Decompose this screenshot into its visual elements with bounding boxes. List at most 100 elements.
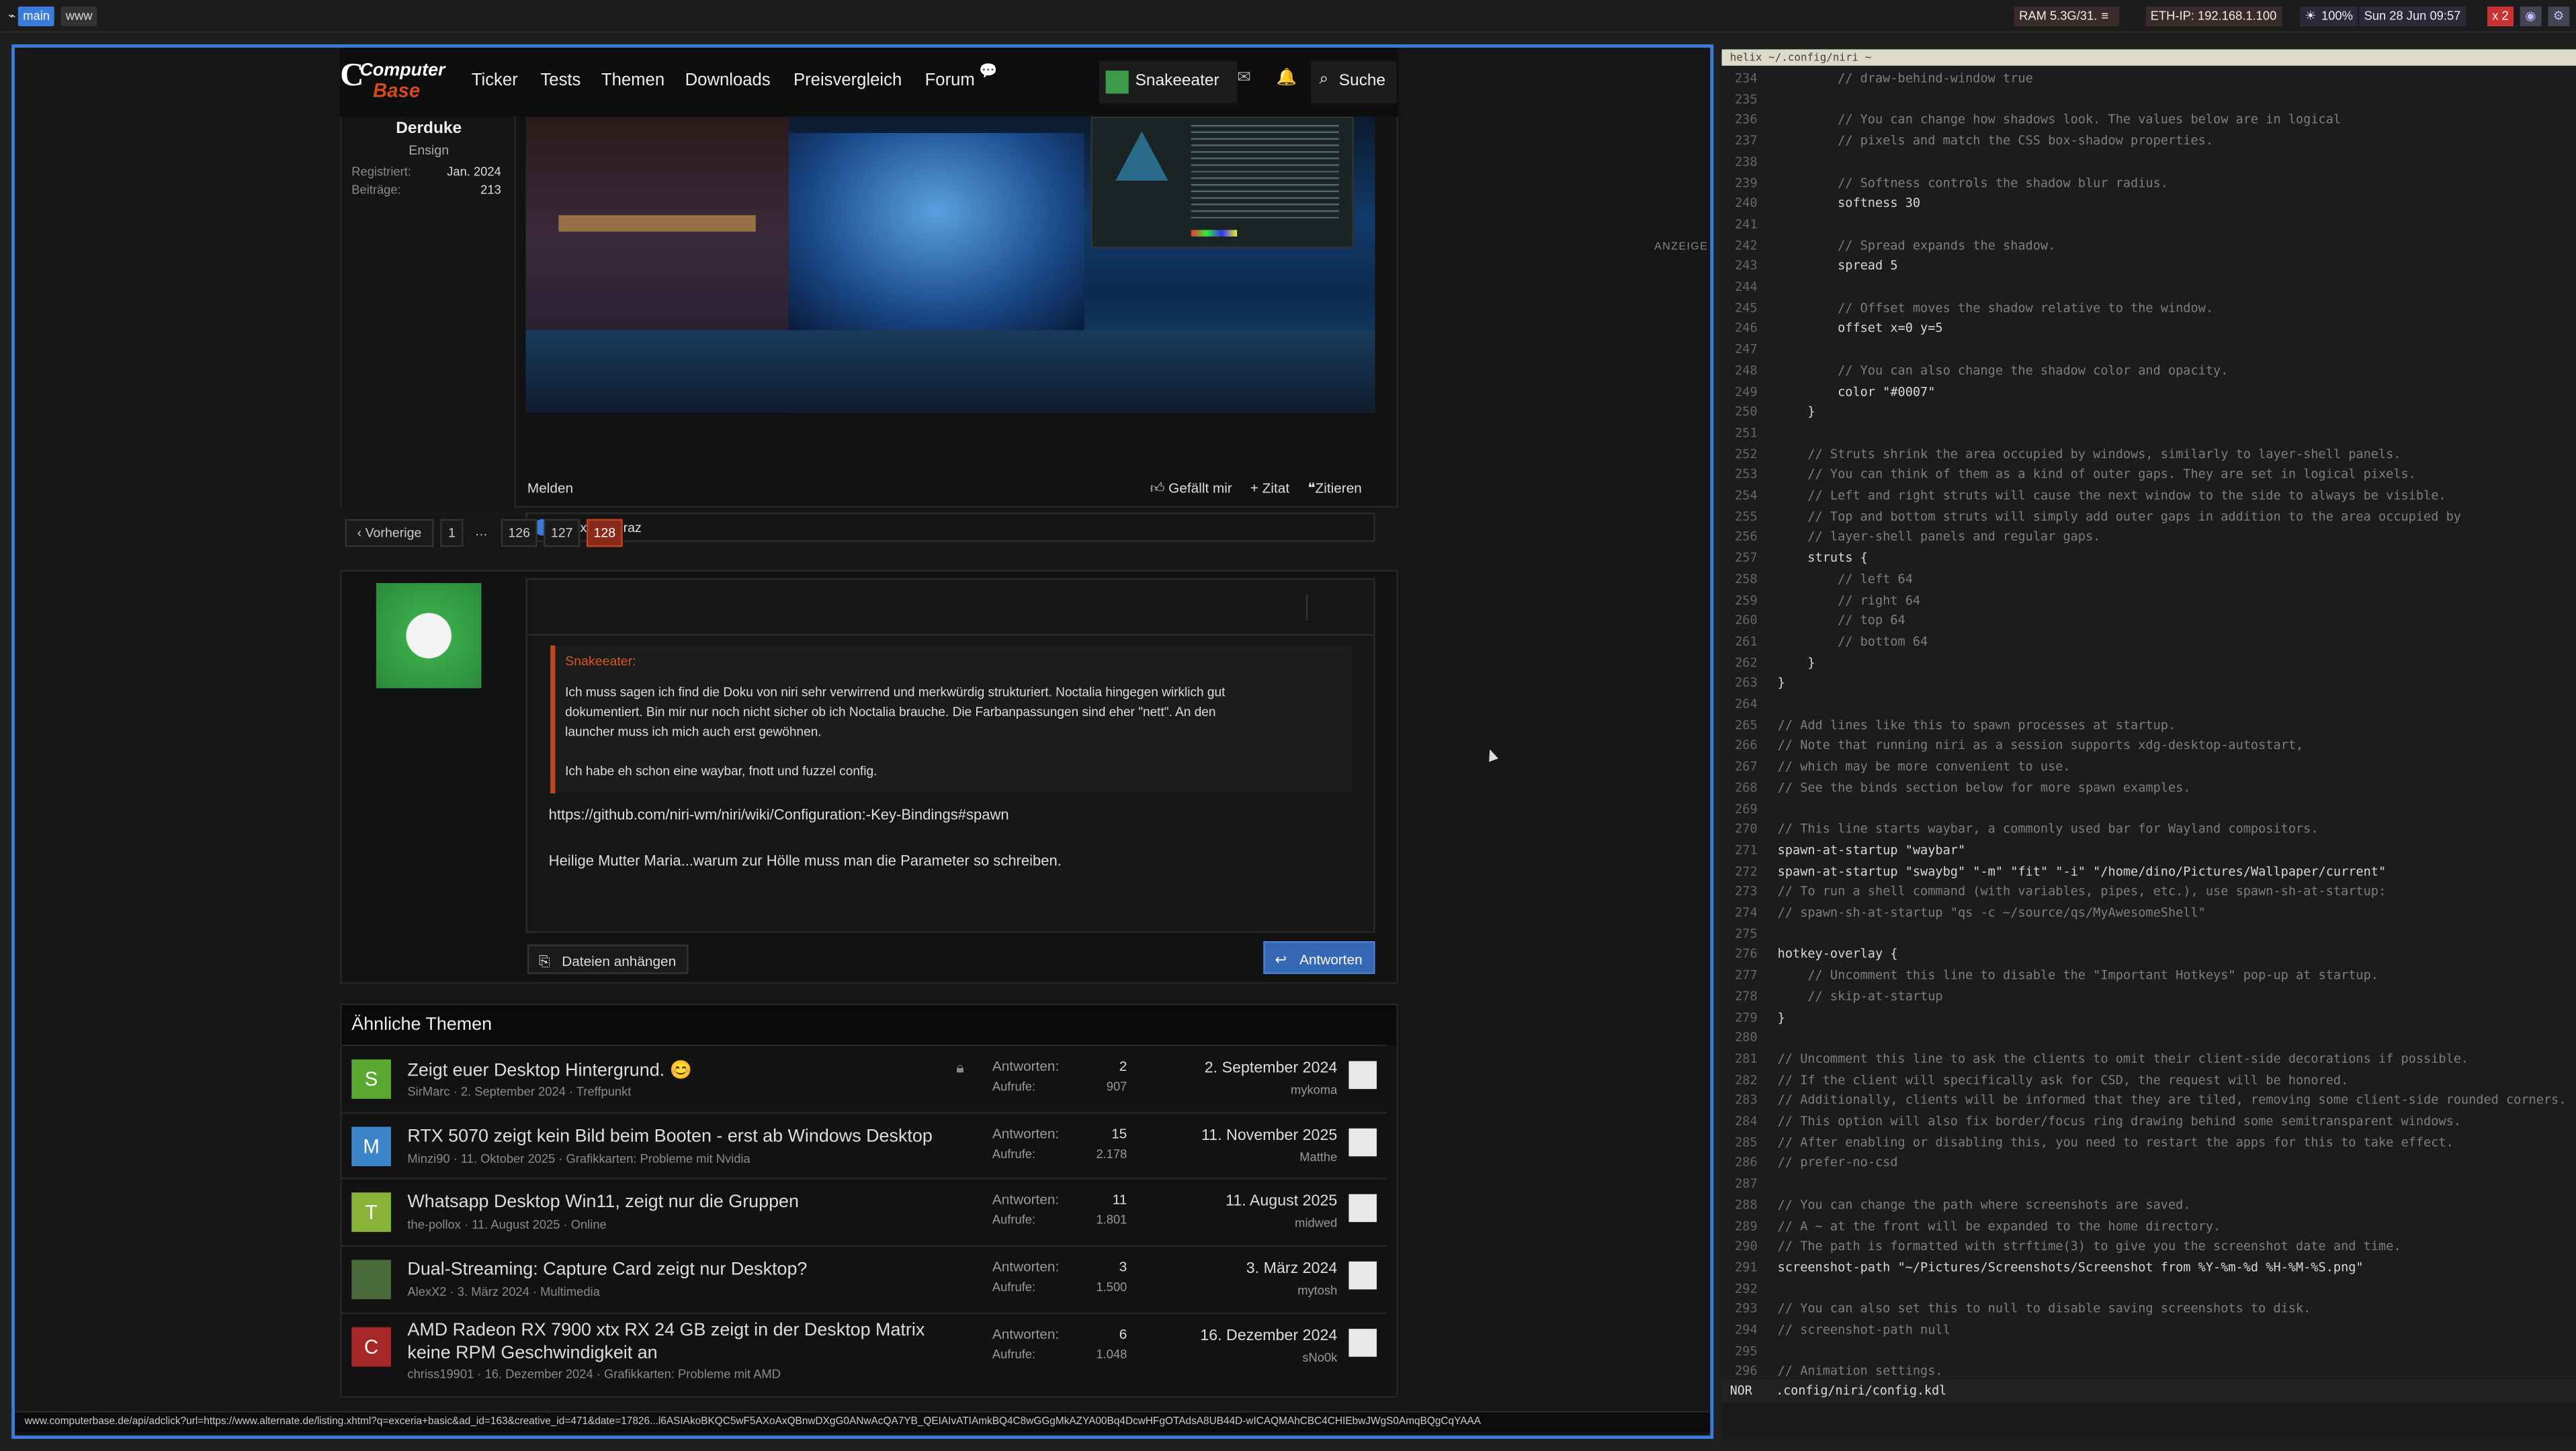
line-text: // After enabling or disabling this, you… bbox=[1777, 1134, 2454, 1149]
code-line: 286 // prefer-no-csd bbox=[1722, 1153, 2576, 1174]
line-number: 280 bbox=[1735, 1030, 1758, 1045]
mail-icon[interactable]: ✉ bbox=[1237, 69, 1251, 87]
nav-tests[interactable]: Tests bbox=[540, 71, 581, 90]
last-poster-avatar[interactable] bbox=[1348, 1061, 1377, 1090]
link-status-bar: www.computerbase.de/api/adclick?url=http… bbox=[15, 1411, 1711, 1433]
line-text: // layer-shell panels and regular gaps. bbox=[1777, 529, 2101, 545]
line-number: 236 bbox=[1735, 112, 1758, 128]
last-poster-avatar[interactable] bbox=[1348, 1262, 1377, 1290]
plus-quote-button[interactable]: + Zitat bbox=[1250, 480, 1289, 496]
thread-title[interactable]: RTX 5070 zeigt kein Bild beim Booten - e… bbox=[407, 1127, 932, 1146]
prev-page-label: Vorherige bbox=[365, 525, 422, 541]
thread-avatar[interactable]: S bbox=[351, 1059, 391, 1099]
line-text: // If the client will specifically ask f… bbox=[1777, 1071, 2349, 1087]
code-line: 249 color "#0007" bbox=[1722, 382, 2576, 402]
close-counter[interactable]: x 2 bbox=[2487, 6, 2514, 27]
tray-icon-1[interactable]: ◉ bbox=[2520, 6, 2541, 27]
line-text: // Additionally, clients will be informe… bbox=[1777, 1092, 2567, 1108]
line-number: 282 bbox=[1735, 1071, 1758, 1087]
attach-files-button[interactable]: ⎘ Dateien anhängen bbox=[527, 944, 689, 974]
nav-forum[interactable]: Forum bbox=[925, 71, 975, 90]
line-number: 265 bbox=[1735, 717, 1758, 732]
helix-editor-window: helix ~/.config/niri ~ 234 // draw-behin… bbox=[1721, 49, 2576, 1439]
replies-label: Antworten: bbox=[992, 1325, 1060, 1342]
nav-ticker[interactable]: Ticker bbox=[472, 71, 518, 90]
user-menu[interactable]: Snakeeater bbox=[1099, 60, 1238, 104]
last-post-date[interactable]: 3. März 2024 bbox=[1246, 1260, 1338, 1278]
thread-title-line-2[interactable]: keine RPM Geschwindigkeit an bbox=[407, 1344, 657, 1363]
thread-row[interactable]: S Zeigt euer Desktop Hintergrund. 😊 SirMar… bbox=[341, 1045, 1387, 1110]
computerbase-logo[interactable]: C Computer Base bbox=[340, 58, 455, 107]
like-button[interactable]: 👍︎ Gefällt mir bbox=[1150, 480, 1232, 498]
thread-title[interactable]: Zeigt euer Desktop Hintergrund. 😊 bbox=[407, 1059, 692, 1081]
code-view[interactable]: 234 // draw-behind-window true 235 236 // … bbox=[1722, 69, 2576, 1383]
line-number: 268 bbox=[1735, 779, 1758, 795]
reply-link-line[interactable]: https://github.com/niri-wm/niri/wiki/Con… bbox=[549, 807, 1009, 823]
last-post-user[interactable]: Matthe bbox=[1299, 1149, 1337, 1164]
reply-arrow-icon: ↩ bbox=[1275, 951, 1287, 968]
thread-row[interactable]: C AMD Radeon RX 7900 xtx RX 24 GB zeigt i… bbox=[341, 1312, 1387, 1381]
replies-label: Antworten: bbox=[992, 1258, 1060, 1275]
chat-icon[interactable]: 💬 bbox=[979, 62, 997, 81]
bell-icon[interactable]: 🔔 bbox=[1277, 69, 1297, 87]
page-127[interactable]: 127 bbox=[544, 519, 581, 547]
last-post-date[interactable]: 11. November 2025 bbox=[1201, 1127, 1337, 1145]
line-number: 239 bbox=[1735, 175, 1758, 190]
last-post-user[interactable]: midwed bbox=[1295, 1216, 1337, 1231]
replies-label: Antworten: bbox=[992, 1125, 1060, 1141]
tray-icon-2[interactable]: ⚙ bbox=[2548, 6, 2569, 27]
report-link[interactable]: Melden bbox=[527, 480, 573, 496]
post-image[interactable] bbox=[525, 116, 1375, 412]
line-text: // Top and bottom struts will simply add… bbox=[1777, 509, 2461, 524]
workspace-www[interactable]: www bbox=[60, 6, 97, 27]
line-number: 247 bbox=[1735, 341, 1758, 357]
line-text: // Spread expands the shadow. bbox=[1777, 237, 2056, 253]
nav-themen[interactable]: Themen bbox=[601, 71, 664, 90]
last-post-user[interactable]: sNo0k bbox=[1302, 1350, 1337, 1364]
thread-title[interactable]: AMD Radeon RX 7900 xtx RX 24 GB zeigt in… bbox=[407, 1320, 925, 1339]
last-post-user[interactable]: mytosh bbox=[1297, 1283, 1337, 1298]
thread-avatar[interactable]: M bbox=[351, 1126, 391, 1166]
submit-reply-button[interactable]: ↩ Antworten bbox=[1263, 941, 1375, 974]
thread-row[interactable]: T Whatsapp Desktop Win11, zeigt nur die G… bbox=[341, 1178, 1387, 1244]
thread-row[interactable]: Dual-Streaming: Capture Card zeigt nur D… bbox=[341, 1245, 1387, 1311]
thread-row[interactable]: M RTX 5070 zeigt kein Bild beim Booten - … bbox=[341, 1111, 1387, 1178]
line-number: 266 bbox=[1735, 738, 1758, 753]
author-name[interactable]: Derduke bbox=[342, 120, 516, 138]
page-128[interactable]: 128 bbox=[586, 519, 623, 547]
nav-preisvergleich[interactable]: Preisvergleich bbox=[793, 71, 902, 90]
thread-avatar[interactable]: T bbox=[351, 1193, 391, 1233]
quote-author[interactable]: Snakeeater: bbox=[565, 654, 636, 668]
code-line: 287 bbox=[1722, 1175, 2576, 1196]
replies-label: Antworten: bbox=[992, 1057, 1060, 1075]
line-text: hotkey-overlay { bbox=[1777, 947, 1898, 962]
last-poster-avatar[interactable] bbox=[1348, 1128, 1377, 1156]
thread-avatar[interactable]: C bbox=[351, 1327, 391, 1366]
desktop: ⌁ main www RAM 5.3G/31.2G ≡ ETH-IP: 192.… bbox=[0, 0, 2576, 1451]
reply-text-line[interactable]: Heilige Mutter Maria...warum zur Hölle m… bbox=[549, 852, 1062, 869]
search-button[interactable]: ⌕ Suche bbox=[1311, 60, 1397, 104]
quote-button[interactable]: ❝Zitieren bbox=[1307, 480, 1361, 498]
last-poster-avatar[interactable] bbox=[1348, 1194, 1377, 1223]
code-line: 292 bbox=[1722, 1279, 2576, 1300]
line-text: // A ~ at the front will be expanded to … bbox=[1777, 1218, 2221, 1233]
code-line: 265 // Add lines like this to spawn proce… bbox=[1722, 715, 2576, 736]
code-line: 291 screenshot-path "~/Pictures/Screensho… bbox=[1722, 1258, 2576, 1279]
prev-page-button[interactable]: ‹ Vorherige bbox=[345, 519, 434, 547]
page-1[interactable]: 1 bbox=[440, 519, 464, 547]
page-126[interactable]: 126 bbox=[501, 519, 538, 547]
last-post-date[interactable]: 11. August 2025 bbox=[1226, 1193, 1337, 1211]
toolbar-separator bbox=[527, 633, 1374, 636]
last-post-date[interactable]: 16. Dezember 2024 bbox=[1200, 1327, 1337, 1345]
thread-title[interactable]: Dual-Streaming: Capture Card zeigt nur D… bbox=[407, 1260, 807, 1280]
last-poster-avatar[interactable] bbox=[1348, 1328, 1377, 1357]
thread-avatar[interactable] bbox=[351, 1260, 391, 1300]
last-post-user[interactable]: mykoma bbox=[1291, 1082, 1337, 1097]
nav-downloads[interactable]: Downloads bbox=[685, 71, 771, 90]
thread-title[interactable]: Whatsapp Desktop Win11, zeigt nur die Gr… bbox=[407, 1193, 799, 1213]
helix-commandline[interactable] bbox=[1721, 1403, 2576, 1439]
line-number: 241 bbox=[1735, 216, 1758, 232]
workspace-main[interactable]: main bbox=[17, 6, 55, 27]
last-post-date[interactable]: 2. September 2024 bbox=[1205, 1059, 1338, 1078]
line-number: 242 bbox=[1735, 237, 1758, 253]
